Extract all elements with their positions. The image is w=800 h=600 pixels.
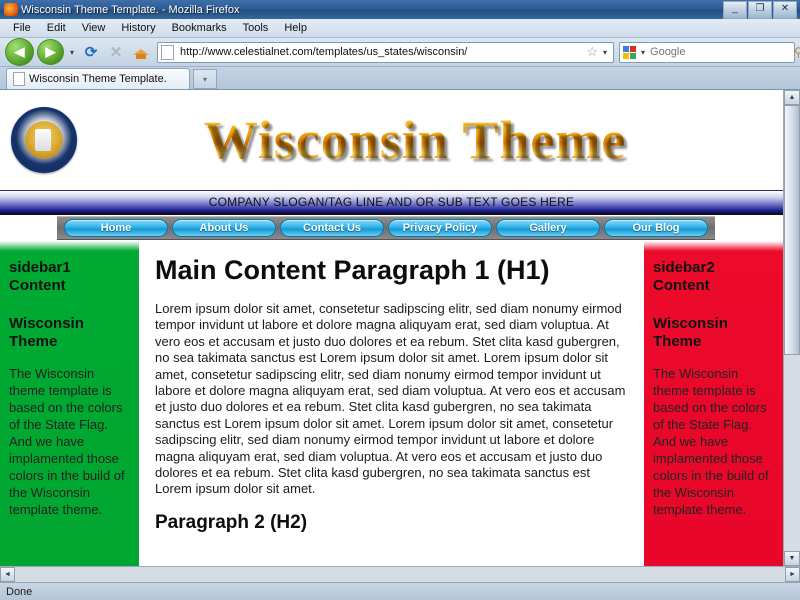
nav-item-about-us[interactable]: About Us [172, 219, 276, 237]
menu-history[interactable]: History [114, 21, 162, 35]
back-button-icon[interactable]: ◀ [5, 38, 34, 66]
sidebar1-heading: sidebar1 Content [9, 259, 71, 294]
history-dropdown-icon[interactable]: ▾ [67, 48, 77, 57]
sidebar1-body: The Wisconsin theme template is based on… [9, 366, 125, 517]
search-input[interactable] [648, 45, 795, 59]
menu-bookmarks[interactable]: Bookmarks [165, 21, 234, 35]
scroll-down-button[interactable]: ▼ [784, 551, 800, 566]
site-wordmark: Wisconsin Theme [77, 109, 783, 171]
main-content: Main Content Paragraph 1 (H1) Lorem ipsu… [139, 241, 644, 566]
nav-item-home[interactable]: Home [64, 219, 168, 237]
search-icon[interactable]: ⚲ [794, 45, 800, 59]
restore-button[interactable]: ❐ [748, 0, 772, 19]
tab-favicon-icon [13, 72, 25, 86]
horizontal-scrollbar-track[interactable] [15, 567, 785, 582]
google-icon [623, 45, 636, 59]
sidebar-1: sidebar1 Content Wisconsin Theme The Wis… [0, 241, 139, 566]
site-nav: Home About Us Contact Us Privacy Policy … [57, 216, 715, 240]
forward-button-icon[interactable]: ▶ [37, 39, 64, 65]
sidebar2-heading: sidebar2 Content [653, 259, 715, 294]
nav-item-gallery[interactable]: Gallery [496, 219, 600, 237]
star-dropdown-icon[interactable]: ▾ [600, 48, 610, 57]
wisconsin-state-seal-icon [11, 107, 77, 173]
main-heading-h2: Paragraph 2 (H2) [155, 511, 308, 533]
minimize-button[interactable]: _ [723, 0, 747, 19]
tab-strip: Wisconsin Theme Template. ▾ [0, 67, 800, 90]
nav-item-privacy-policy[interactable]: Privacy Policy [388, 219, 492, 237]
sidebar2-subheading: Wisconsin Theme [653, 315, 728, 350]
menu-view[interactable]: View [75, 21, 113, 35]
main-paragraph-1: Lorem ipsum dolor sit amet, consetetur s… [155, 301, 626, 497]
sidebar-2: sidebar2 Content Wisconsin Theme The Wis… [644, 241, 783, 566]
navigation-toolbar: ◀ ▶ ▾ ⟳ ✕ ☆ ▾ ▾ ⚲ [0, 38, 800, 67]
close-button[interactable]: ✕ [773, 0, 797, 19]
stop-icon[interactable]: ✕ [105, 41, 127, 63]
title-bar: Wisconsin Theme Template. - Mozilla Fire… [0, 0, 800, 19]
reload-icon[interactable]: ⟳ [80, 41, 102, 63]
menu-tools[interactable]: Tools [236, 21, 276, 35]
search-engine-dropdown-icon[interactable]: ▾ [638, 48, 648, 57]
vertical-scrollbar-thumb[interactable] [784, 105, 800, 355]
status-text: Done [6, 585, 33, 598]
status-bar: Done [0, 582, 800, 600]
page-favicon-icon [161, 44, 175, 60]
home-icon[interactable] [130, 41, 152, 63]
search-bar[interactable]: ▾ ⚲ [619, 41, 800, 63]
nav-item-contact-us[interactable]: Contact Us [280, 219, 384, 237]
sidebar1-subheading: Wisconsin Theme [9, 315, 84, 350]
tab-list-button[interactable]: ▾ [193, 69, 217, 89]
bookmark-star-icon[interactable]: ☆ [584, 44, 600, 60]
scroll-left-button[interactable]: ◄ [0, 567, 15, 582]
slogan-bar: COMPANY SLOGAN/TAG LINE AND OR SUB TEXT … [0, 190, 783, 215]
scroll-right-button[interactable]: ► [785, 567, 800, 582]
vertical-scrollbar[interactable]: ▲ ▼ [783, 90, 800, 566]
firefox-logo-icon [4, 3, 18, 16]
window-controls: _ ❐ ✕ [723, 0, 798, 19]
vertical-scrollbar-track[interactable] [784, 355, 800, 551]
scroll-up-button[interactable]: ▲ [784, 90, 800, 105]
menu-edit[interactable]: Edit [40, 21, 73, 35]
site-header: Wisconsin Theme [0, 90, 783, 190]
site-wordmark-text: Wisconsin Theme [203, 110, 627, 170]
address-bar[interactable]: ☆ ▾ [157, 41, 614, 63]
page-columns: sidebar1 Content Wisconsin Theme The Wis… [0, 241, 783, 566]
nav-item-our-blog[interactable]: Our Blog [604, 219, 708, 237]
tab-label: Wisconsin Theme Template. [29, 73, 167, 85]
main-heading-h1: Main Content Paragraph 1 (H1) [155, 255, 550, 285]
menu-bar: File Edit View History Bookmarks Tools H… [0, 19, 800, 38]
menu-file[interactable]: File [6, 21, 38, 35]
page-viewport: Wisconsin Theme COMPANY SLOGAN/TAG LINE … [0, 90, 800, 566]
sidebar2-body: The Wisconsin theme template is based on… [653, 366, 769, 517]
menu-help[interactable]: Help [277, 21, 314, 35]
site-nav-wrapper: Home About Us Contact Us Privacy Policy … [0, 215, 783, 241]
horizontal-scrollbar[interactable]: ◄ ► [0, 566, 800, 582]
tab-wisconsin-theme-template[interactable]: Wisconsin Theme Template. [6, 68, 190, 89]
firefox-window: Wisconsin Theme Template. - Mozilla Fire… [0, 0, 800, 600]
window-title: Wisconsin Theme Template. - Mozilla Fire… [21, 3, 240, 16]
url-input[interactable] [178, 45, 585, 59]
web-page: Wisconsin Theme COMPANY SLOGAN/TAG LINE … [0, 90, 783, 566]
